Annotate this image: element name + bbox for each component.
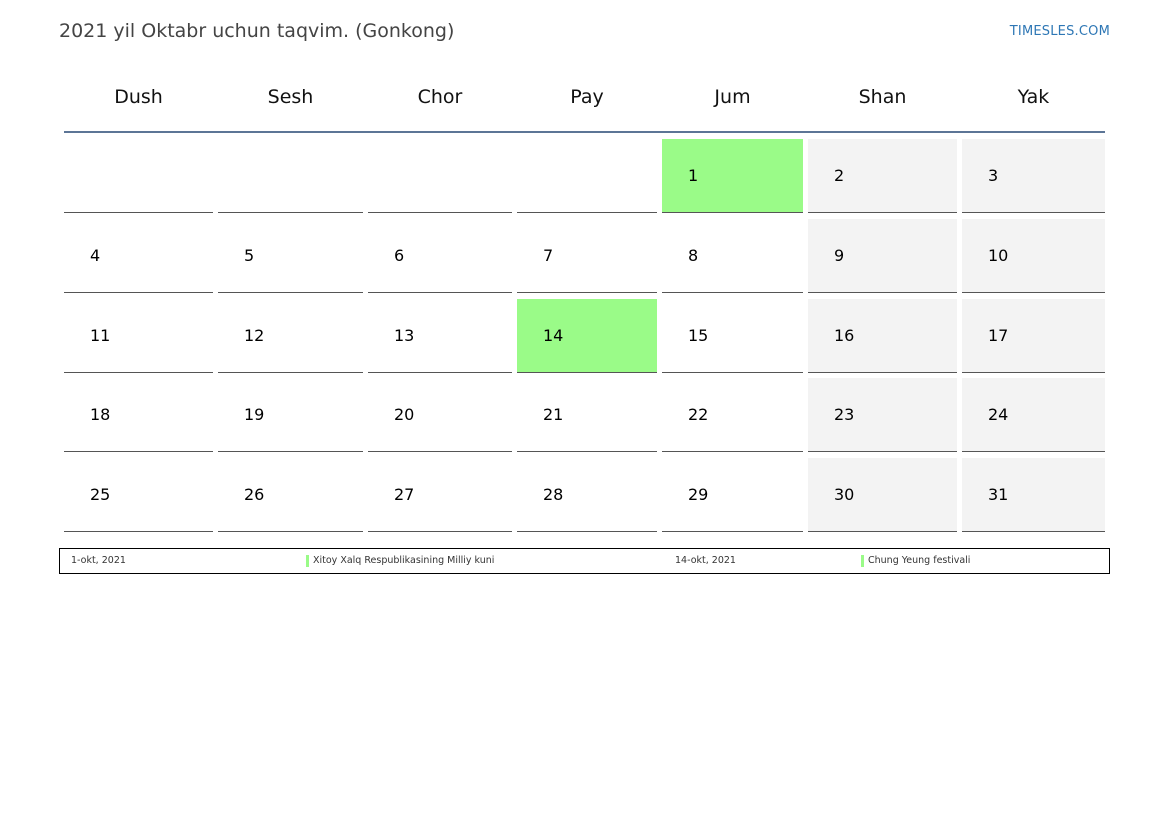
day-cell-weekend: 30 [808,458,957,532]
weekday-wednesday: Chor [417,86,463,108]
day-cell: 11 [64,299,213,373]
day-cell: 22 [662,378,803,452]
holiday-name-item: Xitoy Xalq Respublikasining Milliy kuni [306,555,495,567]
day-cell [517,139,657,213]
header-divider [64,131,1105,133]
day-number: 18 [90,405,111,424]
day-cell-weekend: 24 [962,378,1105,452]
weekday-saturday: Shan [858,86,907,108]
day-number: 23 [834,405,855,424]
day-cell: 4 [64,219,213,293]
day-number: 2 [834,166,845,185]
day-number: 28 [543,485,564,504]
day-number: 4 [90,246,101,265]
day-number: 7 [543,246,554,265]
day-number: 3 [988,166,999,185]
day-cell: 13 [368,299,512,373]
day-number: 13 [394,326,415,345]
day-number: 16 [834,326,855,345]
day-cell: 20 [368,378,512,452]
day-cell: 21 [517,378,657,452]
site-link[interactable]: TIMESLES.COM [1010,24,1110,39]
day-number: 25 [90,485,111,504]
day-cell [64,139,213,213]
day-cell-weekend: 3 [962,139,1105,213]
holiday-date: 14-okt, 2021 [675,555,736,566]
holiday-date: 1-okt, 2021 [71,555,126,566]
holiday-name: Chung Yeung festivali [868,555,971,566]
day-number: 8 [688,246,699,265]
weekday-sunday: Yak [1017,86,1050,108]
day-number: 21 [543,405,564,424]
day-number: 29 [688,485,709,504]
day-number: 10 [988,246,1009,265]
day-cell-weekend: 9 [808,219,957,293]
day-number: 20 [394,405,415,424]
day-cell-weekend: 2 [808,139,957,213]
day-number: 12 [244,326,265,345]
day-number: 1 [688,166,699,185]
day-cell: 28 [517,458,657,532]
holiday-name-item: Chung Yeung festivali [861,555,971,567]
day-number: 27 [394,485,415,504]
day-cell: 7 [517,219,657,293]
day-cell: 15 [662,299,803,373]
day-cell: 19 [218,378,363,452]
day-cell-weekend: 17 [962,299,1105,373]
day-cell: 18 [64,378,213,452]
day-cell: 29 [662,458,803,532]
day-cell-weekend: 31 [962,458,1105,532]
day-number: 19 [244,405,265,424]
day-cell-holiday: 14 [517,299,657,373]
weekday-monday: Dush [114,86,163,108]
holiday-legend: 1-okt, 2021 Xitoy Xalq Respublikasining … [59,548,1110,574]
day-cell-weekend: 10 [962,219,1105,293]
day-cell: 8 [662,219,803,293]
day-cell: 12 [218,299,363,373]
day-number: 15 [688,326,709,345]
day-cell: 26 [218,458,363,532]
day-number: 26 [244,485,265,504]
day-cell-holiday: 1 [662,139,803,213]
day-cell [368,139,512,213]
day-cell-weekend: 16 [808,299,957,373]
day-number: 11 [90,326,111,345]
day-cell: 27 [368,458,512,532]
day-cell: 6 [368,219,512,293]
day-number: 9 [834,246,845,265]
day-cell: 25 [64,458,213,532]
weekday-thursday: Pay [570,86,604,108]
day-cell: 5 [218,219,363,293]
day-number: 5 [244,246,255,265]
holiday-name: Xitoy Xalq Respublikasining Milliy kuni [313,555,495,566]
day-number: 31 [988,485,1009,504]
day-number: 24 [988,405,1009,424]
page-title: 2021 yil Oktabr uchun taqvim. (Gonkong) [59,20,455,42]
day-number: 17 [988,326,1009,345]
day-number: 14 [543,326,564,345]
holiday-color-marker [306,555,309,567]
weekday-tuesday: Sesh [267,86,314,108]
day-cell-weekend: 23 [808,378,957,452]
day-number: 22 [688,405,709,424]
day-cell [218,139,363,213]
weekday-friday: Jum [714,86,751,108]
day-number: 30 [834,485,855,504]
day-number: 6 [394,246,405,265]
holiday-color-marker [861,555,864,567]
